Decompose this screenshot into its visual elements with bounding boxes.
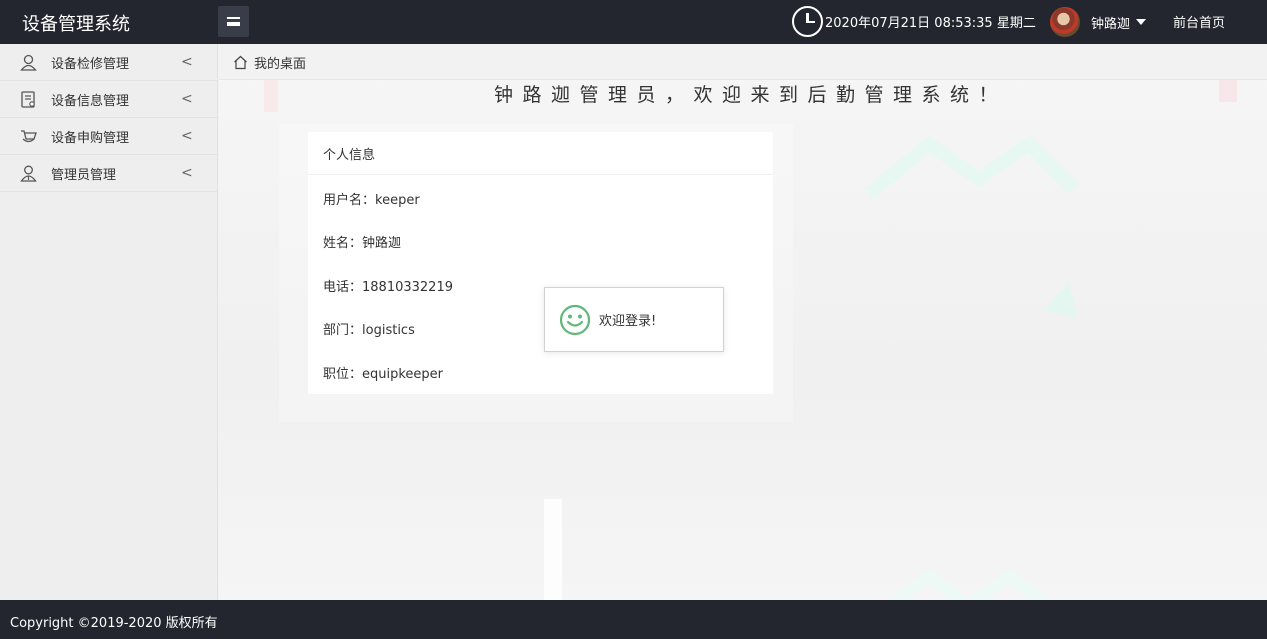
info-row-position: 职位：equipkeeper xyxy=(323,363,443,382)
app-title: 设备管理系统 xyxy=(22,14,130,35)
info-row-name: 姓名：钟路迦 xyxy=(323,232,401,251)
sidebar-item-purchase[interactable]: 设备申购管理 < xyxy=(0,118,217,155)
clock-icon xyxy=(792,5,823,37)
front-page-link[interactable]: 前台首页 xyxy=(1173,12,1225,31)
tab-bar: 我的桌面 xyxy=(219,44,1267,80)
footer: Copyright ©2019-2020 版权所有 xyxy=(0,600,1267,639)
tab-my-desktop[interactable]: 我的桌面 xyxy=(233,53,306,72)
toast-message: 欢迎登录! xyxy=(599,314,657,329)
profile-card: 个人信息 用户名：keeper 姓名：钟路迦 电话：18810332219 部门… xyxy=(308,132,773,394)
sidebar-item-label: 设备申购管理 xyxy=(51,130,130,146)
user-icon xyxy=(20,54,37,71)
sidebar-item-label: 设备信息管理 xyxy=(51,93,130,109)
user-name: 钟路迦 xyxy=(1091,16,1131,32)
chevron-left-icon: < xyxy=(181,165,193,181)
info-label: 部门： xyxy=(323,323,363,338)
sidebar-item-label: 设备检修管理 xyxy=(51,56,130,72)
info-row-department: 部门：logistics xyxy=(323,319,415,338)
info-row-username: 用户名：keeper xyxy=(323,189,420,208)
top-header: 设备管理系统 2020年07月21日 08:53:35 星期二 钟路迦 前台首页 xyxy=(0,0,1267,44)
chevron-left-icon: < xyxy=(181,128,193,144)
smile-icon xyxy=(559,304,591,335)
card-title: 个人信息 xyxy=(308,132,773,175)
menu-toggle-button[interactable] xyxy=(218,6,249,37)
decorative-zigzag-bottom xyxy=(887,568,1051,600)
decorative-bar xyxy=(544,499,562,600)
info-value: equipkeeper xyxy=(362,367,444,382)
info-value: 钟路迦 xyxy=(362,236,402,251)
document-icon xyxy=(21,91,35,108)
decorative-zigzag xyxy=(864,134,1079,200)
info-row-phone: 电话：18810332219 xyxy=(323,276,453,295)
sidebar-item-admin[interactable]: 管理员管理 < xyxy=(0,155,217,192)
info-label: 姓名： xyxy=(323,236,363,251)
admin-icon xyxy=(20,165,37,182)
caret-down-icon xyxy=(1136,19,1147,25)
info-value: 18810332219 xyxy=(362,280,453,295)
info-label: 用户名： xyxy=(323,193,376,208)
decorative-bar xyxy=(1219,80,1237,102)
datetime-display: 2020年07月21日 08:53:35 星期二 xyxy=(792,5,1036,37)
welcome-heading: 钟路迦管理员，欢迎来到后勤管理系统！ xyxy=(494,84,1008,106)
decorative-bar xyxy=(264,80,278,112)
welcome-toast: 欢迎登录! xyxy=(544,287,724,352)
info-label: 电话： xyxy=(323,280,363,295)
datetime-text: 2020年07月21日 08:53:35 星期二 xyxy=(825,15,1036,31)
tab-label: 我的桌面 xyxy=(254,57,307,72)
sidebar-item-equipment-info[interactable]: 设备信息管理 < xyxy=(0,81,217,118)
main-content: 我的桌面 钟路迦管理员，欢迎来到后勤管理系统！ 个人信息 用户名：keeper … xyxy=(219,44,1267,600)
user-menu[interactable]: 钟路迦 xyxy=(1050,6,1147,38)
info-value: keeper xyxy=(375,193,420,208)
info-label: 职位： xyxy=(323,367,363,382)
info-value: logistics xyxy=(362,323,415,338)
chevron-left-icon: < xyxy=(181,54,193,70)
decorative-triangle xyxy=(1044,282,1077,318)
sidebar-item-repair[interactable]: 设备检修管理 < xyxy=(0,44,217,81)
home-icon xyxy=(234,55,247,70)
sidebar: 设备检修管理 < 设备信息管理 < 设备申购管理 < 管理员管理 < xyxy=(0,44,218,600)
sidebar-item-label: 管理员管理 xyxy=(51,167,117,183)
cart-icon xyxy=(21,130,37,143)
avatar xyxy=(1050,7,1080,37)
copyright-text: Copyright ©2019-2020 版权所有 xyxy=(10,616,218,631)
chevron-left-icon: < xyxy=(181,91,193,107)
menu-icon xyxy=(227,17,240,26)
